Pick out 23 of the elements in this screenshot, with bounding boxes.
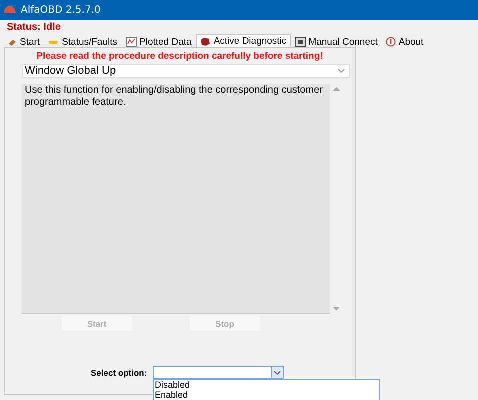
warning-text: Please read the procedure description carefully before starting! [36,51,324,62]
dropdown-option[interactable]: Enabled [155,390,378,400]
window-title: AlfaOBD 2.5.7.0 [21,4,101,16]
tab[interactable]: About [382,35,428,48]
chart-icon [126,37,137,47]
scroll-down-icon[interactable] [332,307,340,311]
tab[interactable]: Plotted Data [122,35,196,48]
monitor-icon [294,37,306,47]
tab[interactable]: Active Diagnostic [196,34,291,48]
dropdown-option[interactable]: Disabled [155,380,378,390]
description-text: Use this function for enabling/disabling the corresponding customer programmable feature. [22,84,330,314]
info-icon [386,37,396,47]
scroll-up-icon[interactable] [332,87,340,91]
dropdown-arrow-button[interactable] [271,367,283,378]
option-dropdown[interactable] [153,366,284,379]
status-text: Status: Idle [6,21,62,32]
chevron-icon [274,370,281,374]
select-option-label: Select option: [91,368,148,378]
procedure-dropdown[interactable]: Window Global Up [22,64,350,78]
chevron-icon [338,69,345,73]
tab[interactable]: Start [4,35,44,48]
tab[interactable]: Status/Faults [44,35,122,48]
tab[interactable]: Manual Connect [290,35,382,48]
